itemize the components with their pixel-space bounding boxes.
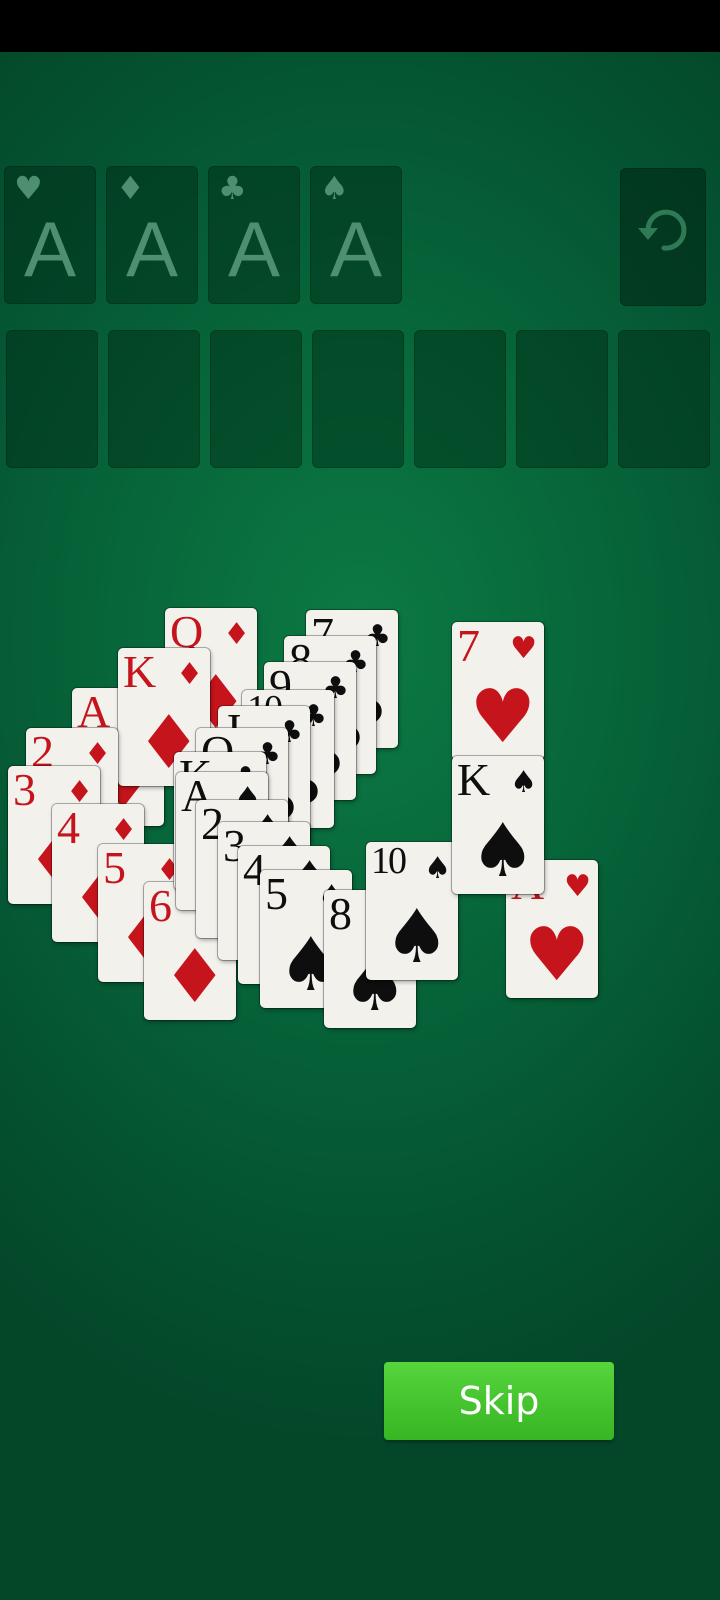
- card-suit-icon: ♦: [223, 617, 250, 652]
- spade-icon: ♠: [320, 169, 349, 207]
- tableau-slot[interactable]: [414, 330, 506, 468]
- foundation-clubs[interactable]: ♣ A: [208, 166, 300, 304]
- undo-button[interactable]: [620, 168, 706, 306]
- card-rank: 4: [57, 804, 80, 853]
- card-suit-large-icon: ♥: [523, 912, 590, 998]
- card-rank: 8: [329, 890, 352, 939]
- card-rank: 3: [13, 766, 36, 815]
- playing-card[interactable]: K ♠ ♠: [452, 756, 544, 894]
- card-rank: 7: [457, 622, 480, 671]
- foundation-hearts[interactable]: ♥ A: [4, 166, 96, 304]
- tableau-slot[interactable]: [516, 330, 608, 468]
- card-suit-icon: ♠: [510, 765, 537, 800]
- playing-card[interactable]: 10 ♠ ♠: [366, 842, 458, 980]
- club-icon: ♣: [218, 169, 247, 207]
- card-rank: 10: [371, 842, 407, 882]
- foundation-diamonds[interactable]: ♦ A: [106, 166, 198, 304]
- foundation-label: A: [125, 205, 179, 293]
- card-suit-icon: ♦: [176, 657, 203, 692]
- card-rank: K: [457, 756, 490, 805]
- card-suit-large-icon: ♥: [469, 674, 536, 760]
- status-bar: [0, 0, 720, 52]
- card-rank: 6: [149, 882, 172, 931]
- foundation-label: A: [23, 205, 77, 293]
- skip-button[interactable]: Skip: [384, 1362, 614, 1440]
- diamond-icon: ♦: [116, 169, 145, 207]
- foundation-label: A: [227, 205, 281, 293]
- heart-icon: ♥: [14, 169, 43, 207]
- tableau-slot[interactable]: [6, 330, 98, 468]
- card-rank: 5: [103, 844, 126, 893]
- card-suit-icon: ♠: [424, 851, 451, 886]
- card-rank: 5: [265, 870, 288, 919]
- playing-card[interactable]: 7 ♥ ♥: [452, 622, 544, 760]
- card-suit-icon: ♦: [110, 813, 137, 848]
- tableau-slot[interactable]: [210, 330, 302, 468]
- undo-icon: [638, 209, 687, 251]
- card-rank: K: [123, 648, 156, 697]
- tableau-slot[interactable]: [108, 330, 200, 468]
- card-suit-large-icon: ♠: [383, 894, 450, 980]
- tableau-slot[interactable]: [618, 330, 710, 468]
- card-suit-large-icon: ♠: [469, 808, 536, 894]
- foundation-label: A: [329, 205, 383, 293]
- card-suit-icon: ♥: [564, 869, 591, 904]
- tableau-slot[interactable]: [312, 330, 404, 468]
- foundation-spades[interactable]: ♠ A: [310, 166, 402, 304]
- card-suit-icon: ♥: [510, 631, 537, 666]
